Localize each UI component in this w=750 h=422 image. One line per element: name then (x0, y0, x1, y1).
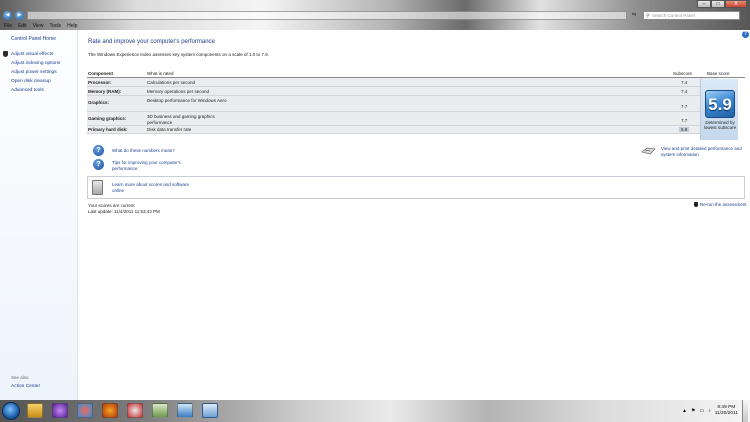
firefox-icon[interactable] (102, 403, 118, 418)
scores-status: Your scores are current (88, 203, 135, 208)
rerun-assessment-link[interactable]: Re-run the assessment (694, 202, 747, 207)
sidebar-item-indexing[interactable]: Adjust indexing options (11, 59, 60, 68)
menu-edit[interactable]: Edit (18, 22, 27, 30)
action-center-link[interactable]: Action Center (11, 384, 40, 389)
tray-arrow-icon[interactable]: ▲ (682, 408, 687, 414)
chrome-icon[interactable] (127, 403, 143, 418)
base-score-tile: 5.9 (705, 90, 735, 118)
row-subscore: 7.4 (681, 89, 688, 94)
last-update: Last update: 11/4/2011 11:53:43 PM (88, 209, 160, 214)
search-icon: ⚲ (646, 13, 650, 19)
sidebar-item-advanced-tools[interactable]: Advanced tools (11, 86, 60, 95)
table-row: Primary hard disk: Disk data transfer ra… (87, 126, 718, 134)
tips-link[interactable]: Tips for improving your computer's perfo… (112, 160, 202, 171)
row-component: Graphics: (88, 100, 110, 105)
row-subscore: 7.7 (681, 118, 688, 123)
question-icon: ? (93, 145, 104, 156)
sidebar-item-power[interactable]: Adjust power settings (11, 68, 60, 77)
table-row: Memory (RAM): Memory operations per seco… (87, 87, 718, 96)
maximize-button[interactable]: □ (711, 0, 725, 8)
itunes-icon[interactable] (52, 403, 68, 418)
volume-icon[interactable]: ♪ (708, 408, 711, 414)
sidebar-links: Adjust visual effects Adjust indexing op… (11, 50, 60, 95)
row-what: Desktop performance for Windows Aero (147, 98, 227, 103)
address-bar[interactable] (27, 11, 627, 20)
control-panel-icon[interactable] (202, 403, 218, 418)
address-bar-row: ◀ ▶ ⇆ ⚲ Search Control Panel (0, 9, 750, 22)
page-title: Rate and improve your computer's perform… (88, 39, 215, 45)
meaning-row: ? What do these numbers mean? (93, 145, 175, 156)
base-score-caption: Determined by lowest subscore (703, 120, 737, 130)
sidebar-home-link[interactable]: Control Panel Home (11, 36, 56, 42)
base-score-panel: 5.9 Determined by lowest subscore (700, 79, 738, 140)
start-button[interactable] (2, 402, 20, 420)
window-chrome: – □ X ◀ ▶ ⇆ ⚲ Search Control Panel File … (0, 0, 750, 30)
sidebar: Control Panel Home Adjust visual effects… (0, 30, 78, 400)
forward-button[interactable]: ▶ (15, 11, 24, 20)
search-input[interactable]: ⚲ Search Control Panel (643, 11, 740, 20)
menu-file[interactable]: File (4, 22, 12, 30)
window-controls: – □ X (697, 0, 747, 8)
learn-more-link[interactable]: Learn more about scores and software onl… (112, 182, 202, 193)
computer-icon (92, 180, 103, 195)
print-details-link[interactable]: View and print detailed performance and … (661, 146, 749, 157)
header-what: What is rated (147, 71, 174, 76)
clock-date: 11/20/2011 (714, 411, 738, 416)
row-component: Processor: (88, 80, 112, 85)
media-player-icon[interactable] (27, 403, 43, 418)
table-row: Gaming graphics: 3D business and gaming … (87, 112, 718, 126)
show-desktop-button[interactable] (742, 400, 748, 422)
sidebar-item-disk-cleanup[interactable]: Open disk cleanup (11, 77, 60, 86)
games-icon[interactable] (152, 403, 168, 418)
menu-tools[interactable]: Tools (49, 22, 61, 30)
row-component: Gaming graphics: (88, 116, 127, 121)
row-what: Disk data transfer rate (147, 127, 192, 132)
menu-help[interactable]: Help (67, 22, 77, 30)
menu-bar: File Edit View Tools Help (0, 22, 750, 30)
taskbar: ▲ ⚑ ▭ ♪ 8:49 PM 11/20/2011 (0, 400, 750, 422)
row-subscore: 7.7 (681, 104, 688, 109)
question-icon: ? (93, 159, 104, 170)
row-component: Primary hard disk: (88, 127, 128, 132)
menu-view[interactable]: View (33, 22, 44, 30)
header-component: Component (88, 71, 113, 76)
network-icon[interactable] (177, 403, 193, 418)
learn-more-box: Learn more about scores and software onl… (87, 176, 745, 199)
header-subscore: Subscore (673, 71, 693, 76)
shield-icon (3, 51, 8, 57)
row-what: Memory operations per second (147, 89, 210, 94)
row-what: 3D business and gaming graphics performa… (147, 114, 215, 125)
header-base-score: Base score (707, 71, 730, 76)
table-header: Component What is rated Subscore Base sc… (87, 70, 745, 78)
see-also-heading: See also (11, 375, 29, 380)
intro-text: The Windows Experience Index assesses ke… (88, 52, 269, 57)
sidebar-item-visual-effects[interactable]: Adjust visual effects (11, 50, 60, 59)
flag-icon[interactable]: ⚑ (691, 408, 695, 414)
score-table: Component What is rated Subscore Base sc… (87, 70, 745, 134)
minimize-button[interactable]: – (697, 0, 711, 8)
meaning-link[interactable]: What do these numbers mean? (112, 148, 175, 154)
msn-icon[interactable] (77, 403, 93, 418)
row-subscore-lowest: 5.9 (679, 127, 690, 132)
close-button[interactable]: X (725, 0, 747, 8)
shield-icon (694, 202, 698, 207)
row-what: Calculations per second (147, 80, 196, 85)
table-row: Graphics: Desktop performance for Window… (87, 96, 718, 112)
monitor-icon[interactable]: ▭ (699, 408, 704, 414)
tips-row: ? Tips for improving your computer's per… (93, 159, 202, 171)
clock[interactable]: 8:49 PM 11/20/2011 (715, 405, 738, 417)
help-icon[interactable]: ? (742, 31, 749, 38)
system-tray: ▲ ⚑ ▭ ♪ 8:49 PM 11/20/2011 (682, 400, 748, 422)
printer-icon (641, 147, 656, 155)
taskbar-icons (27, 403, 218, 418)
row-subscore: 7.4 (681, 80, 688, 85)
back-button[interactable]: ◀ (3, 11, 12, 20)
refresh-icon[interactable]: ⇆ (632, 12, 636, 18)
rerun-label: Re-run the assessment (700, 202, 747, 207)
table-row: Processor: Calculations per second 7.4 (87, 78, 718, 87)
search-placeholder: Search Control Panel (652, 13, 695, 18)
table-rows: Processor: Calculations per second 7.4 M… (87, 78, 718, 134)
row-component: Memory (RAM): (88, 89, 122, 94)
